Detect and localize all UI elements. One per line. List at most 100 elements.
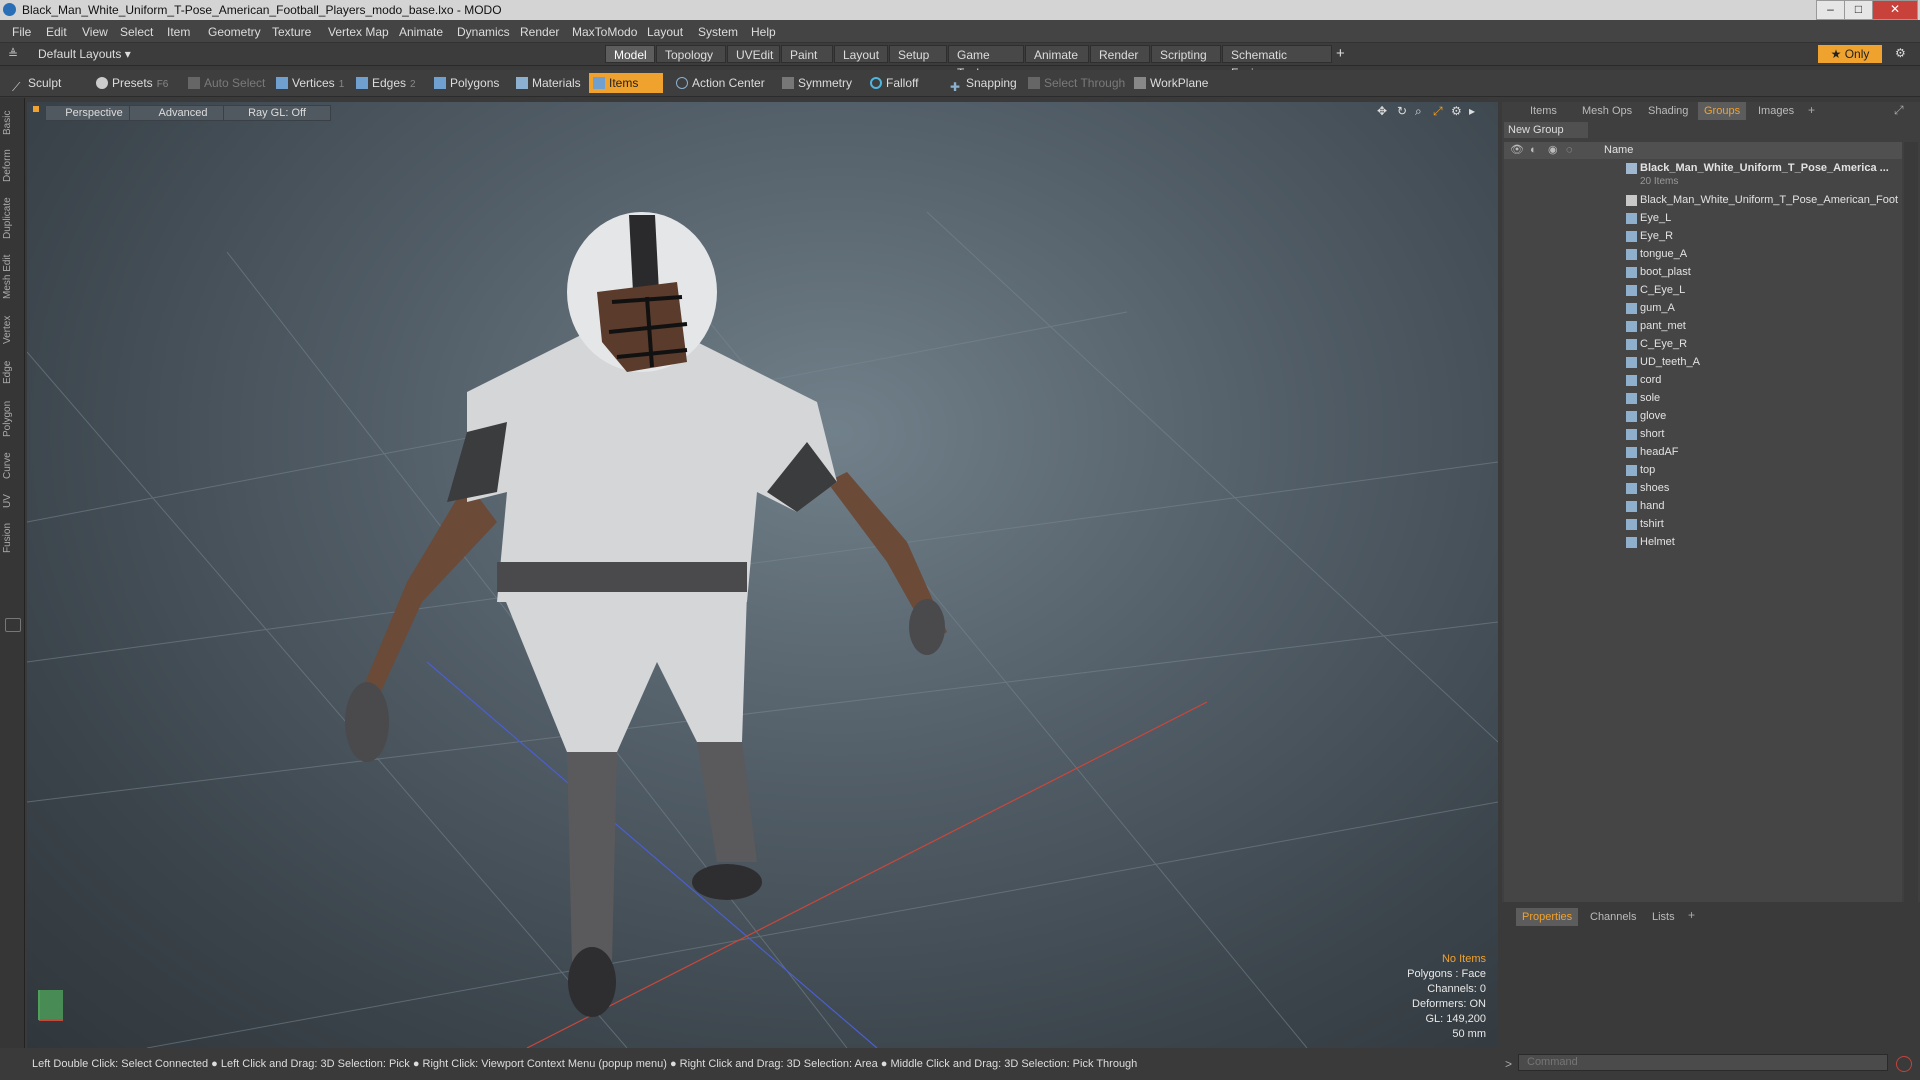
tab-lists[interactable]: Lists xyxy=(1646,908,1681,926)
tree-item-row[interactable]: short xyxy=(1504,426,1902,443)
menu-select[interactable]: Select xyxy=(120,25,153,39)
group-row[interactable]: Black_Man_White_Uniform_T_Pose_America .… xyxy=(1504,160,1902,190)
tab-setup[interactable]: Setup xyxy=(889,45,947,63)
tab-model[interactable]: Model xyxy=(605,45,655,63)
menu-layout[interactable]: Layout xyxy=(647,25,683,39)
shading-style-button[interactable]: Advanced xyxy=(129,105,237,121)
tree-item-row[interactable]: tshirt xyxy=(1504,516,1902,533)
menu-dynamics[interactable]: Dynamics xyxy=(457,25,510,39)
tab-basic[interactable]: Basic xyxy=(2,106,22,140)
add-tab-button[interactable]: + xyxy=(1336,45,1345,62)
snapping-button[interactable]: ✚ Snapping xyxy=(946,73,1017,94)
tab-fusion[interactable]: Fusion xyxy=(2,518,22,558)
tab-game-tools[interactable]: Game Tools xyxy=(948,45,1024,80)
panel-expand-icon[interactable]: ⤢ xyxy=(1894,103,1904,118)
settings-gear-icon[interactable]: ⚙ xyxy=(1895,46,1906,60)
tab-uv[interactable]: UV xyxy=(2,488,22,514)
tree-item-row[interactable]: headAF xyxy=(1504,444,1902,461)
symmetry-button[interactable]: Symmetry xyxy=(778,73,852,93)
materials-button[interactable]: Materials xyxy=(512,73,581,93)
tree-scrollbar[interactable] xyxy=(1904,142,1918,902)
menu-help[interactable]: Help xyxy=(751,25,776,39)
menu-render[interactable]: Render xyxy=(520,25,559,39)
select-through-button[interactable]: Select Through xyxy=(1024,73,1125,93)
tree-item-row[interactable]: cord xyxy=(1504,372,1902,389)
tab-duplicate[interactable]: Duplicate xyxy=(2,192,22,244)
tree-item-row[interactable]: top xyxy=(1504,462,1902,479)
command-input[interactable] xyxy=(1518,1054,1888,1071)
menu-file[interactable]: File xyxy=(12,25,31,39)
minimize-button[interactable]: – xyxy=(1816,0,1845,20)
tab-shading[interactable]: Shading xyxy=(1642,102,1694,120)
sculpt-button[interactable]: ⟋ Sculpt xyxy=(8,73,61,94)
tree-item-row[interactable]: hand xyxy=(1504,498,1902,515)
render-toggle-icon[interactable]: ◐ xyxy=(1530,142,1537,159)
vertices-button[interactable]: Vertices 1 xyxy=(272,73,344,93)
lock-icon[interactable]: ◉ xyxy=(1548,142,1558,159)
menu-geometry[interactable]: Geometry xyxy=(208,25,261,39)
viewport-expand-icon[interactable]: ▸ xyxy=(1469,104,1475,118)
tree-item-row[interactable]: Helmet xyxy=(1504,534,1902,551)
move-view-icon[interactable]: ✥ xyxy=(1377,104,1387,118)
tree-item-row[interactable]: Eye_L xyxy=(1504,210,1902,227)
menu-edit[interactable]: Edit xyxy=(46,25,67,39)
command-history-icon[interactable] xyxy=(1896,1056,1912,1072)
3d-viewport[interactable]: No Items Polygons : Face Channels: 0 Def… xyxy=(27,102,1498,1048)
name-column-header[interactable]: Name xyxy=(1604,142,1866,159)
only-button[interactable]: ★ Only xyxy=(1818,45,1882,63)
action-center-button[interactable]: Action Center xyxy=(672,73,765,93)
tab-edge[interactable]: Edge xyxy=(2,354,22,390)
tab-mesh-ops[interactable]: Mesh Ops xyxy=(1576,102,1638,120)
panel-toggle-icon[interactable] xyxy=(5,618,21,632)
fit-view-icon[interactable]: ⤢ xyxy=(1433,104,1443,119)
raygl-button[interactable]: Ray GL: Off xyxy=(223,105,331,121)
tree-item-row[interactable]: shoes xyxy=(1504,480,1902,497)
tab-polygon[interactable]: Polygon xyxy=(2,394,22,444)
tree-item-row[interactable]: tongue_A xyxy=(1504,246,1902,263)
select-toggle-icon[interactable]: ◌ xyxy=(1566,142,1573,159)
tree-item-row[interactable]: gum_A xyxy=(1504,300,1902,317)
tab-topology[interactable]: Topology xyxy=(656,45,726,63)
tree-item-row[interactable]: Black_Man_White_Uniform_T_Pose_American_… xyxy=(1504,192,1902,209)
tab-groups[interactable]: Groups xyxy=(1698,102,1747,120)
polygons-button[interactable]: Polygons xyxy=(430,73,499,93)
menu-item[interactable]: Item xyxy=(167,25,190,39)
falloff-button[interactable]: Falloff xyxy=(866,73,918,93)
tree-item-row[interactable]: pant_met xyxy=(1504,318,1902,335)
tab-images[interactable]: Images xyxy=(1752,102,1800,120)
edges-button[interactable]: Edges 2 xyxy=(352,73,416,93)
tab-render[interactable]: Render xyxy=(1090,45,1150,63)
tab-vertex[interactable]: Vertex xyxy=(2,310,22,350)
menu-maxtomodo[interactable]: MaxToModo xyxy=(572,25,637,39)
tab-curve[interactable]: Curve xyxy=(2,448,22,484)
maximize-button[interactable]: □ xyxy=(1844,0,1873,20)
tree-item-row[interactable]: sole xyxy=(1504,390,1902,407)
tab-scripting[interactable]: Scripting xyxy=(1151,45,1221,63)
rotate-view-icon[interactable]: ↻ xyxy=(1397,104,1407,118)
auto-select-button[interactable]: Auto Select xyxy=(184,73,265,93)
menu-texture[interactable]: Texture xyxy=(272,25,311,39)
zoom-view-icon[interactable]: ⌕ xyxy=(1415,104,1422,119)
tab-items[interactable]: Items xyxy=(1524,102,1563,120)
visibility-icon[interactable]: 👁 xyxy=(1510,142,1524,159)
workplane-button[interactable]: WorkPlane xyxy=(1130,73,1208,93)
layout-selector[interactable]: Default Layouts ▾ xyxy=(38,47,131,61)
tree-item-row[interactable]: Eye_R xyxy=(1504,228,1902,245)
viewport-settings-icon[interactable]: ⚙ xyxy=(1451,104,1462,118)
add-properties-tab-button[interactable]: + xyxy=(1688,908,1695,922)
menu-vertex-map[interactable]: Vertex Map xyxy=(328,25,389,39)
menu-system[interactable]: System xyxy=(698,25,738,39)
new-group-button[interactable]: New Group xyxy=(1504,122,1588,138)
add-panel-tab-button[interactable]: + xyxy=(1808,103,1815,117)
presets-button[interactable]: Presets F6 xyxy=(92,73,168,93)
close-button[interactable]: ✕ xyxy=(1872,0,1918,20)
tree-item-row[interactable]: glove xyxy=(1504,408,1902,425)
tree-item-row[interactable]: boot_plast xyxy=(1504,264,1902,281)
tree-item-row[interactable]: C_Eye_L xyxy=(1504,282,1902,299)
tab-deform[interactable]: Deform xyxy=(2,144,22,188)
tab-schematic-fusion[interactable]: Schematic Fusion xyxy=(1222,45,1332,80)
viewport-menu-icon[interactable] xyxy=(33,106,39,112)
menu-animate[interactable]: Animate xyxy=(399,25,443,39)
tab-properties[interactable]: Properties xyxy=(1516,908,1579,926)
tree-item-row[interactable]: C_Eye_R xyxy=(1504,336,1902,353)
